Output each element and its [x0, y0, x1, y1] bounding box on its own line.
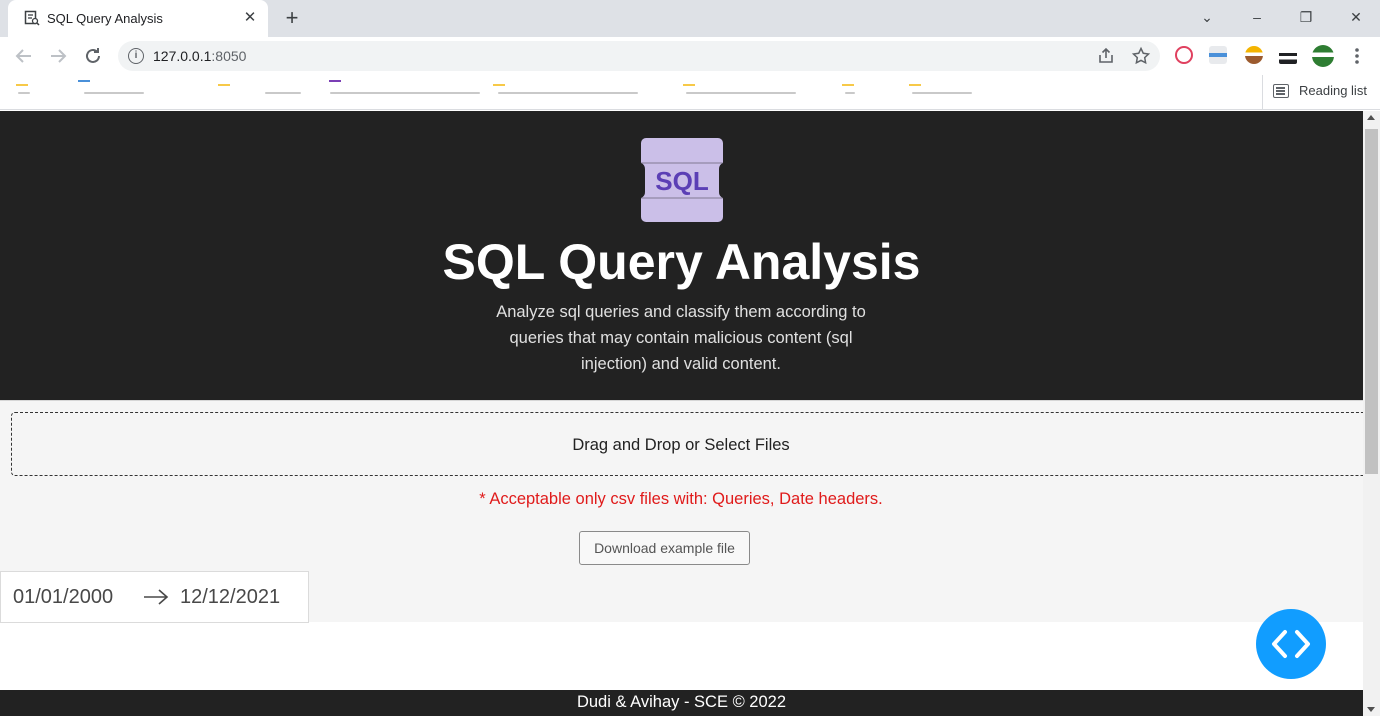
- url-host: 127.0.0.1: [153, 48, 212, 64]
- url-text: 127.0.0.1:8050: [153, 48, 246, 64]
- browser-toolbar: i 127.0.0.1:8050: [0, 37, 1380, 75]
- start-date-input[interactable]: 01/01/2000: [13, 586, 113, 609]
- scroll-down-icon[interactable]: [1367, 707, 1375, 712]
- logo-text: SQL: [655, 166, 709, 196]
- restore-button[interactable]: ❐: [1294, 6, 1318, 28]
- new-tab-button[interactable]: +: [280, 6, 304, 30]
- menu-icon[interactable]: [1345, 44, 1369, 68]
- page-header: SQL SQL Query Analysis Analyze sql queri…: [0, 111, 1363, 400]
- address-bar[interactable]: i 127.0.0.1:8050: [118, 41, 1160, 71]
- end-date-input[interactable]: 12/12/2021: [180, 586, 280, 609]
- reading-list-icon: [1273, 84, 1289, 98]
- info-icon[interactable]: i: [128, 48, 144, 64]
- bookmark-favicon[interactable]: [909, 84, 921, 86]
- bookmark-favicon[interactable]: [218, 84, 230, 86]
- scrollbar-thumb[interactable]: [1365, 129, 1378, 474]
- bookmark-item[interactable]: [686, 92, 796, 94]
- footer-text: Dudi & Avihay - SCE © 2022: [576, 693, 787, 711]
- tab-title: SQL Query Analysis: [47, 11, 163, 26]
- code-brackets-icon: [1272, 630, 1310, 658]
- upload-section: Drag and Drop or Select Files * Acceptab…: [0, 400, 1363, 623]
- page-scrollbar[interactable]: [1363, 111, 1380, 716]
- bookmark-favicon[interactable]: [16, 84, 28, 86]
- reload-icon[interactable]: [81, 44, 105, 68]
- tab-close-icon[interactable]: ✕: [240, 8, 260, 28]
- reading-list-button[interactable]: Reading list: [1262, 75, 1367, 110]
- bookmark-favicon[interactable]: [493, 84, 505, 86]
- bookmark-item[interactable]: [18, 92, 30, 94]
- bookmark-item[interactable]: [912, 92, 972, 94]
- share-icon[interactable]: [1096, 46, 1116, 66]
- extension-dark-icon[interactable]: [1279, 46, 1297, 64]
- extension-blue-icon[interactable]: [1209, 46, 1227, 64]
- debug-menu-button[interactable]: [1256, 609, 1326, 679]
- close-window-button[interactable]: ✕: [1344, 6, 1368, 28]
- url-port: :8050: [211, 48, 247, 64]
- extension-red-icon[interactable]: [1175, 46, 1193, 64]
- scroll-up-icon[interactable]: [1367, 115, 1375, 120]
- page-viewport: SQL SQL Query Analysis Analyze sql queri…: [0, 111, 1363, 716]
- bookmark-item[interactable]: [845, 92, 855, 94]
- profile-avatar[interactable]: [1312, 45, 1334, 67]
- bookmark-item[interactable]: [330, 92, 480, 94]
- forward-icon[interactable]: [46, 44, 70, 68]
- tab-strip: SQL Query Analysis ✕ + ⌄ – ❐ ✕: [0, 0, 1380, 37]
- extension-orange-icon[interactable]: [1245, 46, 1263, 64]
- dropzone-label[interactable]: Drag and Drop or Select Files: [0, 436, 1362, 455]
- date-range-picker[interactable]: 01/01/2000 12/12/2021: [0, 571, 309, 623]
- page-footer: Dudi & Avihay - SCE © 2022: [0, 690, 1363, 716]
- bookmark-item[interactable]: [498, 92, 638, 94]
- page-title: SQL Query Analysis: [442, 234, 921, 290]
- browser-tab[interactable]: SQL Query Analysis ✕: [8, 0, 268, 37]
- bookmarks-bar: Reading list: [0, 75, 1380, 110]
- arrow-right-icon: [144, 589, 169, 605]
- bookmark-favicon[interactable]: [78, 80, 90, 82]
- page-subtitle: Analyze sql queries and classify them ac…: [496, 303, 866, 373]
- bookmark-item[interactable]: [265, 92, 301, 94]
- star-icon[interactable]: [1131, 46, 1151, 66]
- bookmark-item[interactable]: [84, 92, 144, 94]
- bookmark-favicon[interactable]: [842, 84, 854, 86]
- download-example-button[interactable]: Download example file: [579, 531, 750, 565]
- tab-search-icon[interactable]: ⌄: [1195, 6, 1219, 28]
- sql-logo: SQL: [641, 138, 723, 222]
- file-requirements-note: * Acceptable only csv files with: Querie…: [479, 490, 883, 508]
- query-page-icon: [24, 10, 40, 26]
- reading-list-label: Reading list: [1299, 83, 1367, 98]
- bookmark-favicon[interactable]: [329, 80, 341, 82]
- back-icon[interactable]: [12, 44, 36, 68]
- bookmark-favicon[interactable]: [683, 84, 695, 86]
- minimize-button[interactable]: –: [1245, 6, 1269, 28]
